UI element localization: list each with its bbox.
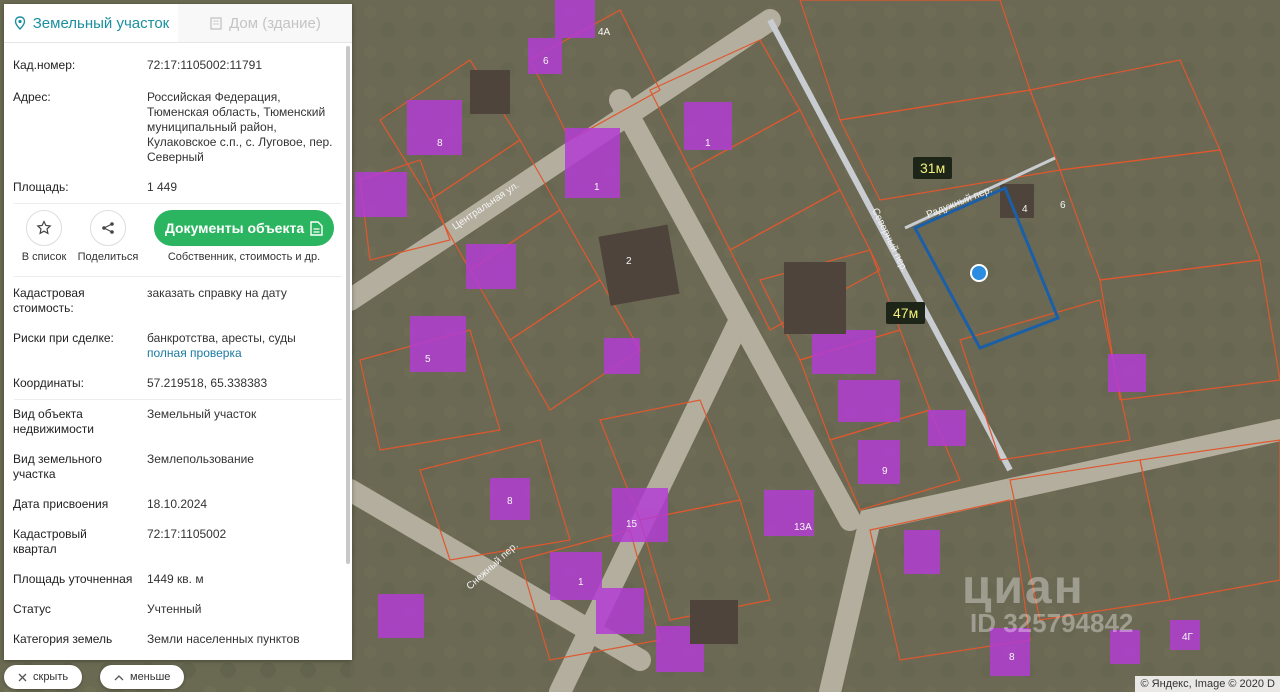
svg-text:6: 6 bbox=[1060, 200, 1066, 211]
row-cadastral-number: Кад.номер: 72:17:1105002:11791 bbox=[4, 58, 352, 73]
row-key: Вид земельного участка bbox=[13, 452, 102, 481]
svg-text:1: 1 bbox=[594, 182, 600, 193]
row-land-category: Категория земель Земли населенных пункто… bbox=[4, 632, 352, 647]
pin-icon bbox=[14, 16, 25, 30]
svg-text:4Г: 4Г bbox=[1182, 632, 1194, 643]
documents-label: Документы объекта bbox=[164, 220, 305, 236]
row-value: Землепользование bbox=[147, 452, 254, 466]
row-assign-date: Дата присвоения 18.10.2024 bbox=[4, 497, 352, 512]
less-label: меньше bbox=[130, 671, 171, 683]
documents-button[interactable]: Документы объекта bbox=[154, 210, 334, 246]
share-icon bbox=[102, 222, 114, 234]
panel-tabs: Земельный участок Дом (здание) bbox=[4, 4, 352, 43]
svg-text:8: 8 bbox=[507, 496, 513, 507]
close-icon bbox=[18, 673, 27, 681]
svg-text:5: 5 bbox=[425, 354, 431, 365]
row-value: 1449 кв. м bbox=[147, 572, 204, 586]
row-key: Площадь: bbox=[13, 180, 69, 194]
panel-scrollbar[interactable] bbox=[346, 46, 350, 564]
document-icon bbox=[310, 220, 323, 236]
tab-label: Дом (здание) bbox=[229, 14, 321, 32]
documents-block: Документы объекта Собственник, стоимость… bbox=[154, 210, 334, 263]
row-key: Координаты: bbox=[13, 376, 84, 390]
parcel-center-marker[interactable] bbox=[970, 264, 988, 282]
star-icon bbox=[36, 220, 52, 235]
row-key: Кад.номер: bbox=[13, 58, 76, 72]
row-plot-type: Вид земельного участка Землепользование bbox=[4, 452, 352, 482]
chevron-up-icon bbox=[114, 674, 124, 680]
svg-text:6: 6 bbox=[543, 56, 549, 67]
address-value: Российская Федерация, Тюменская область,… bbox=[147, 90, 333, 164]
tab-land-plot[interactable]: Земельный участок bbox=[4, 4, 178, 42]
svg-text:4: 4 bbox=[1022, 204, 1028, 215]
favorite-button[interactable]: В список bbox=[12, 210, 76, 263]
favorite-label: В список bbox=[21, 251, 67, 263]
row-value: Земли населенных пунктов bbox=[147, 632, 300, 646]
row-key: Вид объекта недвижимости bbox=[13, 407, 94, 436]
svg-text:1: 1 bbox=[705, 138, 711, 149]
cadastral-number-link[interactable]: 72:17:1105002:11791 bbox=[147, 58, 340, 73]
svg-text:9: 9 bbox=[882, 466, 888, 477]
row-risks: Риски при сделке: банкротства, аресты, с… bbox=[4, 331, 352, 361]
row-area: Площадь: 1 449 bbox=[4, 180, 352, 195]
share-label: Поделиться bbox=[77, 251, 139, 263]
building-icon bbox=[210, 17, 222, 30]
hide-label: скрыть bbox=[33, 671, 69, 683]
row-key: Площадь уточненная bbox=[13, 572, 133, 586]
row-value: 72:17:1105002 bbox=[147, 527, 227, 541]
tab-label: Земельный участок bbox=[32, 14, 170, 32]
width-label: 31м bbox=[913, 157, 953, 179]
length-label: 47м bbox=[886, 302, 926, 324]
svg-text:1: 1 bbox=[578, 577, 584, 588]
coordinates-value: 57.219518, 65.338383 bbox=[147, 376, 268, 390]
row-coordinates: Координаты: 57.219518, 65.338383 bbox=[4, 376, 352, 391]
map-copyright: © Яндекс, Image © 2020 D bbox=[1135, 676, 1280, 692]
row-object-type: Вид объекта недвижимости Земельный участ… bbox=[4, 407, 352, 437]
svg-text:4А: 4А bbox=[598, 27, 611, 38]
row-key: Кадастровый квартал bbox=[13, 527, 87, 556]
share-button[interactable]: Поделиться bbox=[76, 210, 140, 263]
row-value: Учтенный bbox=[147, 602, 202, 616]
watermark-id: ID 325794842 bbox=[970, 608, 1134, 638]
area-value: 1 449 bbox=[147, 180, 178, 194]
row-cadastral-value: Кадастровая стоимость: заказать справку … bbox=[4, 286, 352, 316]
row-cadastral-block: Кадастровый квартал 72:17:1105002 bbox=[4, 527, 352, 557]
divider bbox=[14, 276, 342, 277]
svg-text:8: 8 bbox=[1009, 652, 1015, 663]
row-value: 18.10.2024 bbox=[147, 497, 208, 511]
info-panel: Земельный участок Дом (здание) Кад.номер… bbox=[4, 4, 352, 660]
row-status: Статус Учтенный bbox=[4, 602, 352, 617]
row-key: Статус bbox=[13, 602, 51, 616]
row-refined-area: Площадь уточненная 1449 кв. м bbox=[4, 572, 352, 587]
tab-building[interactable]: Дом (здание) bbox=[178, 4, 352, 42]
action-bar: В список Поделиться Документы объекта Со… bbox=[4, 204, 352, 272]
row-key: Риски при сделке: bbox=[13, 331, 114, 345]
divider bbox=[14, 399, 342, 400]
row-key: Кадастровая стоимость: bbox=[13, 286, 85, 315]
order-report-link[interactable]: заказать справку на дату bbox=[147, 286, 340, 316]
risks-value: банкротства, аресты, суды bbox=[147, 331, 296, 345]
less-button[interactable]: меньше bbox=[100, 665, 185, 689]
row-key: Адрес: bbox=[13, 90, 51, 104]
row-key: Дата присвоения bbox=[13, 497, 109, 511]
full-check-link[interactable]: полная проверка bbox=[147, 346, 340, 361]
svg-text:8: 8 bbox=[437, 138, 443, 149]
svg-text:15: 15 bbox=[626, 519, 638, 530]
documents-subtitle: Собственник, стоимость и др. bbox=[167, 251, 321, 263]
svg-text:2: 2 bbox=[626, 256, 632, 267]
row-value: Земельный участок bbox=[147, 407, 257, 421]
row-key: Категория земель bbox=[13, 632, 113, 646]
hide-button[interactable]: скрыть bbox=[4, 665, 83, 689]
watermark: циан bbox=[962, 561, 1085, 614]
svg-text:13А: 13А bbox=[794, 522, 812, 533]
row-address: Адрес: Российская Федерация, Тюменская о… bbox=[4, 90, 352, 165]
